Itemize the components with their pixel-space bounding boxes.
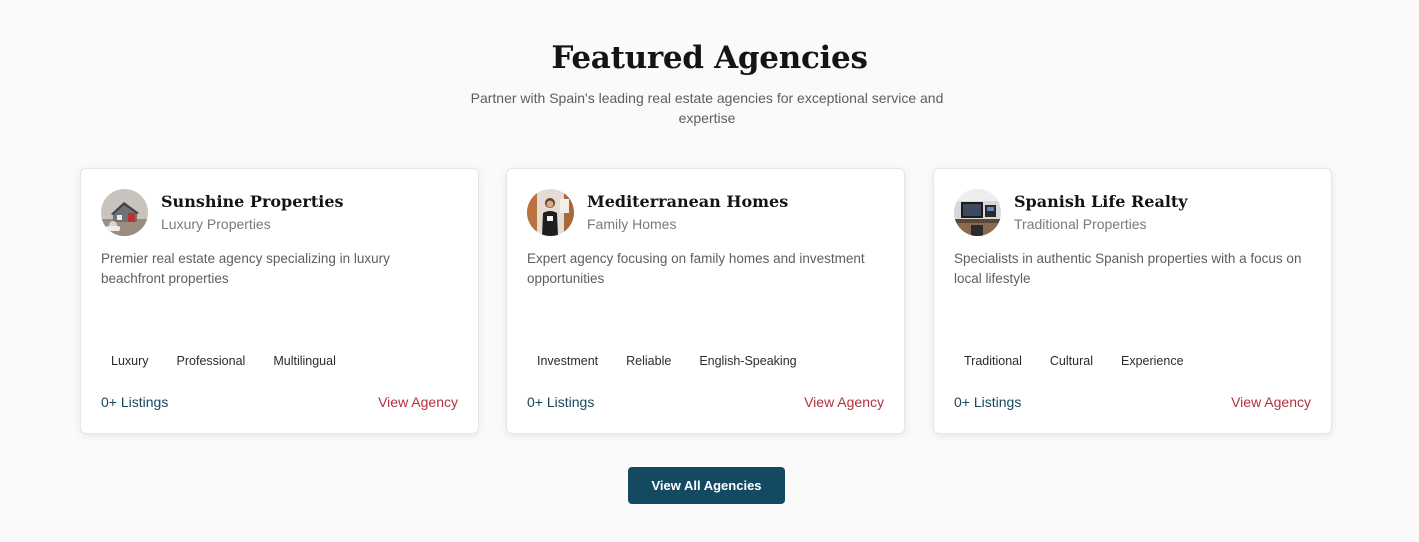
agency-card-list: Sunshine Properties Luxury Properties Pr… — [80, 168, 1334, 434]
agency-type: Luxury Properties — [161, 216, 271, 232]
listings-count: 0+ Listings — [101, 394, 169, 410]
tag: English-Speaking — [689, 351, 807, 371]
agency-tags: Investment Reliable English-Speaking — [527, 351, 807, 371]
listings-count: 0+ Listings — [954, 394, 1022, 410]
view-agency-link[interactable]: View Agency — [804, 394, 884, 410]
agency-name: Sunshine Properties — [161, 192, 344, 211]
view-agency-link[interactable]: View Agency — [1231, 394, 1311, 410]
agency-card: Spanish Life Realty Traditional Properti… — [933, 168, 1332, 434]
tag: Experience — [1110, 351, 1194, 371]
tag: Reliable — [616, 351, 682, 371]
agency-card: Mediterranean Homes Family Homes Expert … — [506, 168, 905, 434]
tag: Professional — [166, 351, 256, 371]
view-all-agencies-button[interactable]: View All Agencies — [628, 467, 785, 504]
tag: Luxury — [101, 351, 159, 371]
tag: Investment — [527, 351, 609, 371]
tag: Traditional — [954, 351, 1032, 371]
section-subtitle: Partner with Spain's leading real estate… — [470, 90, 944, 126]
tag: Multilingual — [263, 351, 346, 371]
agency-name: Spanish Life Realty — [1014, 192, 1188, 211]
agency-tags: Traditional Cultural Experience — [954, 351, 1194, 371]
listings-count: 0+ Listings — [527, 394, 595, 410]
agent-portrait-photo-icon — [527, 189, 574, 236]
agency-description: Premier real estate agency specializing … — [101, 251, 390, 286]
section-title: Featured Agencies — [551, 40, 868, 76]
featured-agencies-section: Featured Agencies Partner with Spain's l… — [0, 0, 1419, 542]
agency-description: Specialists in authentic Spanish propert… — [954, 251, 1302, 286]
agency-name: Mediterranean Homes — [587, 192, 789, 211]
tag: Cultural — [1039, 351, 1103, 371]
office-desk-photo-icon — [954, 189, 1001, 236]
house-model-photo-icon — [101, 189, 148, 236]
agency-description: Expert agency focusing on family homes a… — [527, 251, 865, 286]
agency-type: Traditional Properties — [1014, 216, 1147, 232]
agency-tags: Luxury Professional Multilingual — [101, 351, 346, 371]
agency-card: Sunshine Properties Luxury Properties Pr… — [80, 168, 479, 434]
view-agency-link[interactable]: View Agency — [378, 394, 458, 410]
agency-type: Family Homes — [587, 216, 677, 232]
